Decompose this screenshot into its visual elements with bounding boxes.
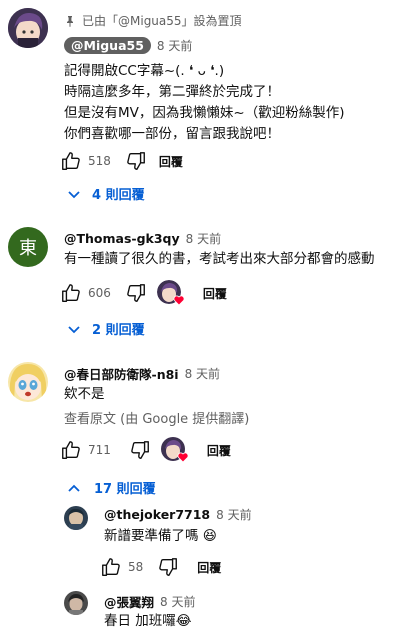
- action-bar-kasukabe: 711 回覆: [60, 437, 231, 463]
- creator-heart-icon: [177, 452, 189, 463]
- thumb-down-icon: [159, 558, 178, 576]
- comment-text-kasukabe: 欸不是: [64, 386, 105, 402]
- reply-header-thejoker: @thejoker7718 8 天前: [104, 506, 252, 523]
- avatar-image: [8, 8, 48, 48]
- reply-button[interactable]: 回覆: [207, 442, 231, 459]
- avatar-kasukabe[interactable]: [8, 362, 48, 402]
- replies-count-link[interactable]: 17 則回覆: [94, 478, 156, 497]
- reply-button[interactable]: 回覆: [159, 153, 183, 170]
- dislike-button[interactable]: [125, 282, 147, 304]
- avatar-migua55[interactable]: [8, 8, 48, 48]
- like-count: 606: [88, 286, 111, 300]
- reply-time[interactable]: 8 天前: [160, 593, 195, 610]
- comment-author[interactable]: @春日部防衛隊-n8i: [64, 364, 179, 383]
- like-count: 58: [128, 560, 144, 574]
- chevron-down-icon: [68, 190, 80, 198]
- pinned-label-row: 已由「@Migua55」設為置頂: [64, 12, 242, 29]
- comment-time[interactable]: 8 天前: [185, 365, 220, 382]
- dislike-button[interactable]: [129, 439, 151, 461]
- comment-time[interactable]: 8 天前: [186, 230, 221, 247]
- like-button[interactable]: [60, 150, 82, 172]
- pinned-label: 已由「@Migua55」設為置頂: [82, 14, 242, 28]
- reply-author[interactable]: @thejoker7718: [104, 507, 210, 522]
- action-bar-thejoker: 58 回覆: [100, 555, 221, 579]
- reply-text-thejoker: 新譜要準備了嗎 😆: [104, 528, 217, 544]
- thumb-up-icon: [62, 284, 80, 302]
- comment-header-migua55: @Migua55 8 天前: [64, 37, 192, 54]
- pin-icon: [67, 15, 73, 27]
- reply-text-zhangyixiang: 春日 加班囉😂: [104, 613, 192, 629]
- avatar-image: [64, 591, 88, 615]
- action-bar-thomas: 606 回覆: [60, 280, 227, 306]
- thumb-up-icon: [62, 152, 80, 170]
- dislike-button[interactable]: [157, 556, 179, 578]
- comment-text-thomas: 有一種讀了很久的書，考試考出來大部分都會的感動: [64, 251, 375, 267]
- like-button[interactable]: [100, 556, 122, 578]
- replies-toggle-migua55[interactable]: 4 則回覆: [66, 184, 145, 203]
- comment-header-kasukabe: @春日部防衛隊-n8i 8 天前: [64, 364, 220, 383]
- dislike-button[interactable]: [125, 150, 147, 172]
- replies-toggle-thomas[interactable]: 2 則回覆: [66, 319, 145, 338]
- like-count: 711: [88, 443, 111, 457]
- avatar-thejoker[interactable]: [64, 506, 88, 530]
- creator-heart-icon: [173, 295, 185, 306]
- avatar-image: [8, 362, 48, 402]
- comment-author[interactable]: @Thomas-gk3qy: [64, 231, 180, 246]
- reply-author[interactable]: @張翼翔: [104, 592, 154, 611]
- like-button[interactable]: [60, 282, 82, 304]
- replies-toggle-kasukabe[interactable]: 17 則回覆: [66, 478, 156, 497]
- chevron-down-icon: [68, 325, 80, 333]
- avatar-letter: 東: [19, 238, 37, 259]
- thumb-up-icon: [62, 441, 80, 459]
- chevron-up-icon: [68, 484, 80, 492]
- avatar-zhangyixiang[interactable]: [64, 591, 88, 615]
- reply-header-zhangyixiang: @張翼翔 8 天前: [104, 592, 195, 611]
- reply-button[interactable]: 回覆: [203, 285, 227, 302]
- comment-text-migua55: 記得開啟CC字幕~(. ❛ ᴗ ❛.) 時隔這麼多年，第二彈終於完成了！ 但是沒…: [64, 63, 345, 142]
- replies-count-link[interactable]: 2 則回覆: [92, 319, 145, 338]
- thumb-down-icon: [127, 284, 145, 302]
- avatar-image: [64, 506, 88, 530]
- thumb-up-icon: [102, 558, 120, 576]
- channel-owner-chip[interactable]: @Migua55: [64, 37, 151, 54]
- thumb-down-icon: [131, 441, 149, 459]
- thumb-down-icon: [127, 152, 145, 170]
- comment-time[interactable]: 8 天前: [157, 37, 192, 54]
- action-bar-migua55: 518 回覆: [60, 149, 183, 173]
- avatar-thomas[interactable]: 東: [8, 227, 48, 267]
- see-original-link[interactable]: 查看原文 (由 Google 提供翻譯): [64, 408, 249, 427]
- comment-header-thomas: @Thomas-gk3qy 8 天前: [64, 230, 221, 247]
- like-count: 518: [88, 154, 111, 168]
- creator-heart-badge: [156, 280, 185, 306]
- creator-heart-badge: [160, 437, 189, 463]
- replies-count-link[interactable]: 4 則回覆: [92, 184, 145, 203]
- reply-button[interactable]: 回覆: [197, 559, 221, 576]
- like-button[interactable]: [60, 439, 82, 461]
- reply-time[interactable]: 8 天前: [216, 506, 251, 523]
